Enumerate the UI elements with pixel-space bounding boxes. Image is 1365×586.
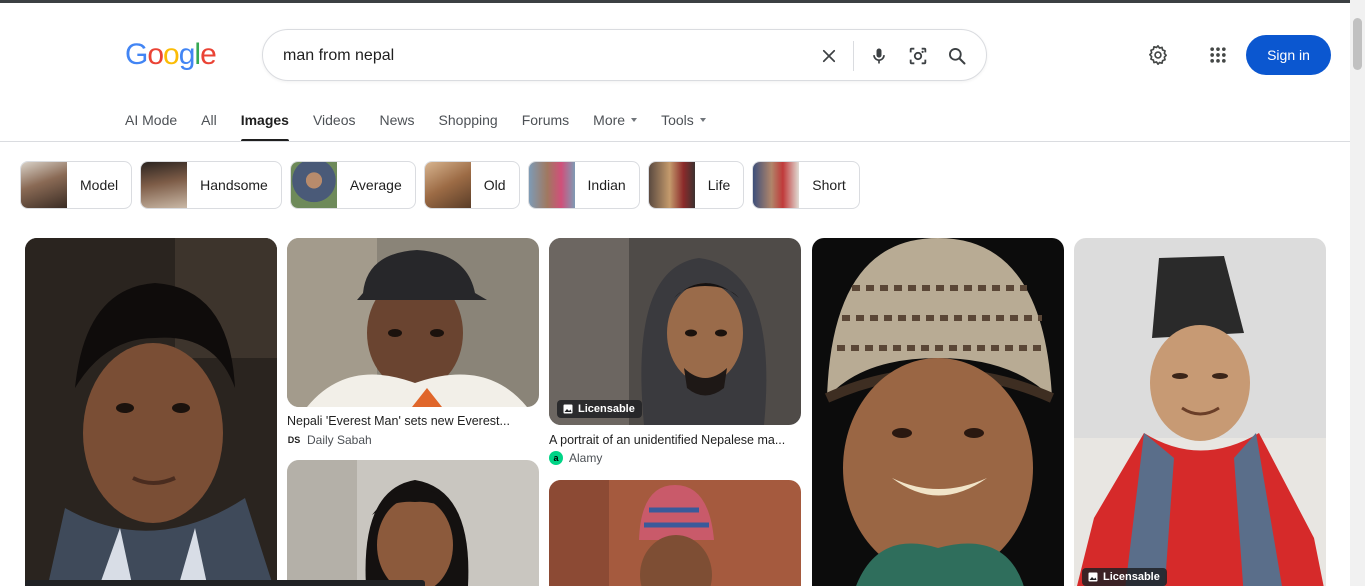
tab-ai-mode[interactable]: AI Mode bbox=[125, 110, 177, 142]
chip-short[interactable]: Short bbox=[752, 161, 860, 209]
logo-letter: G bbox=[125, 38, 148, 71]
chip-thumbnail bbox=[290, 162, 337, 208]
chip-label: Average bbox=[349, 177, 402, 193]
chip-thumbnail bbox=[141, 162, 188, 208]
badge-label: Licensable bbox=[578, 403, 635, 415]
chip-thumbnail bbox=[648, 162, 695, 208]
scrollbar-thumb[interactable] bbox=[1353, 18, 1362, 70]
licensable-badge[interactable]: Licensable bbox=[1082, 568, 1167, 586]
tab-label: Videos bbox=[312, 112, 356, 128]
image-icon bbox=[563, 404, 573, 414]
chip-thumbnail bbox=[753, 162, 800, 208]
result-caption[interactable]: A portrait of an unidentified Nepalese m… bbox=[549, 433, 801, 447]
apps-grid-icon[interactable] bbox=[1206, 43, 1230, 67]
search-input[interactable] bbox=[283, 45, 803, 67]
alamy-favicon-icon: a bbox=[549, 451, 563, 465]
tab-all[interactable]: All bbox=[201, 110, 217, 142]
result-image bbox=[812, 238, 1064, 586]
tab-label: All bbox=[201, 112, 217, 128]
chip-thumbnail bbox=[528, 162, 575, 208]
logo-letter: o bbox=[163, 38, 180, 71]
source-name: Alamy bbox=[569, 451, 603, 465]
source-favicon-icon: DS bbox=[287, 433, 301, 447]
chip-label: Life bbox=[707, 177, 731, 193]
clear-icon[interactable] bbox=[815, 42, 843, 70]
image-result[interactable] bbox=[812, 238, 1064, 586]
window-top-border bbox=[0, 0, 1365, 3]
chip-old[interactable]: Old bbox=[423, 161, 520, 209]
chip-label: Old bbox=[483, 177, 506, 193]
image-result[interactable]: Nepali 'Everest Man' sets new Everest...… bbox=[287, 238, 539, 452]
tab-forums[interactable]: Forums bbox=[522, 110, 569, 142]
search-tabs: AI Mode All Images Videos News Shopping … bbox=[125, 110, 730, 142]
caret-down-icon bbox=[699, 118, 706, 122]
image-icon bbox=[1088, 572, 1098, 582]
result-source[interactable]: DS Daily Sabah bbox=[287, 433, 372, 447]
source-name: Daily Sabah bbox=[307, 433, 372, 447]
logo-letter: e bbox=[200, 38, 217, 71]
chip-label: Model bbox=[80, 177, 119, 193]
tab-tools[interactable]: Tools bbox=[661, 110, 706, 142]
result-caption[interactable]: Nepali 'Everest Man' sets new Everest... bbox=[287, 414, 537, 428]
chip-model[interactable]: Model bbox=[20, 161, 133, 209]
tab-label: Forums bbox=[521, 112, 570, 128]
result-image bbox=[549, 238, 801, 425]
vertical-scrollbar[interactable] bbox=[1350, 0, 1365, 586]
image-result[interactable] bbox=[25, 238, 277, 586]
sign-in-button[interactable]: Sign in bbox=[1246, 35, 1331, 75]
tab-label: AI Mode bbox=[125, 112, 178, 128]
image-result[interactable] bbox=[549, 480, 801, 586]
chip-thumbnail bbox=[424, 162, 471, 208]
tab-label: Tools bbox=[661, 112, 694, 128]
result-image bbox=[1074, 238, 1326, 586]
result-image bbox=[25, 238, 277, 586]
result-image bbox=[549, 480, 801, 586]
refinement-chips: Model Handsome Average Old Indian Life S… bbox=[20, 161, 868, 209]
tab-label: More bbox=[593, 112, 626, 128]
logo-letter: o bbox=[147, 38, 164, 71]
caret-down-icon bbox=[631, 118, 638, 122]
chip-label: Indian bbox=[587, 177, 626, 193]
tab-more[interactable]: More bbox=[593, 110, 638, 142]
google-logo[interactable]: Google bbox=[125, 38, 217, 72]
chip-label: Short bbox=[812, 177, 846, 193]
camera-lens-icon[interactable] bbox=[904, 42, 932, 70]
chip-label: Handsome bbox=[200, 177, 268, 193]
image-result[interactable]: Licensable bbox=[1074, 238, 1326, 586]
chip-life[interactable]: Life bbox=[647, 161, 745, 209]
tab-label: Images bbox=[240, 112, 289, 128]
chip-thumbnail bbox=[21, 162, 67, 208]
image-result[interactable] bbox=[287, 460, 539, 586]
result-image bbox=[287, 460, 539, 586]
tabs-divider bbox=[0, 141, 1350, 142]
search-divider bbox=[853, 41, 854, 71]
logo-letter: g bbox=[178, 38, 196, 71]
tab-news[interactable]: News bbox=[380, 110, 415, 142]
search-box bbox=[262, 29, 987, 81]
result-source[interactable]: a Alamy bbox=[549, 451, 602, 465]
licensable-badge[interactable]: Licensable bbox=[557, 400, 642, 418]
search-icon[interactable] bbox=[943, 42, 971, 70]
badge-label: Licensable bbox=[1103, 571, 1160, 583]
tab-label: News bbox=[379, 112, 415, 128]
tab-shopping[interactable]: Shopping bbox=[439, 110, 498, 142]
result-image bbox=[287, 238, 539, 407]
gear-icon[interactable] bbox=[1146, 43, 1170, 67]
bottom-overlay-bar bbox=[25, 580, 425, 586]
tab-images[interactable]: Images bbox=[240, 110, 290, 142]
chip-handsome[interactable]: Handsome bbox=[140, 161, 282, 209]
chip-average[interactable]: Average bbox=[289, 161, 416, 209]
chip-indian[interactable]: Indian bbox=[527, 161, 640, 209]
tab-label: Shopping bbox=[438, 112, 498, 128]
image-result[interactable]: Licensable A portrait of an unidentified… bbox=[549, 238, 801, 470]
tab-videos[interactable]: Videos bbox=[313, 110, 356, 142]
microphone-icon[interactable] bbox=[865, 42, 893, 70]
